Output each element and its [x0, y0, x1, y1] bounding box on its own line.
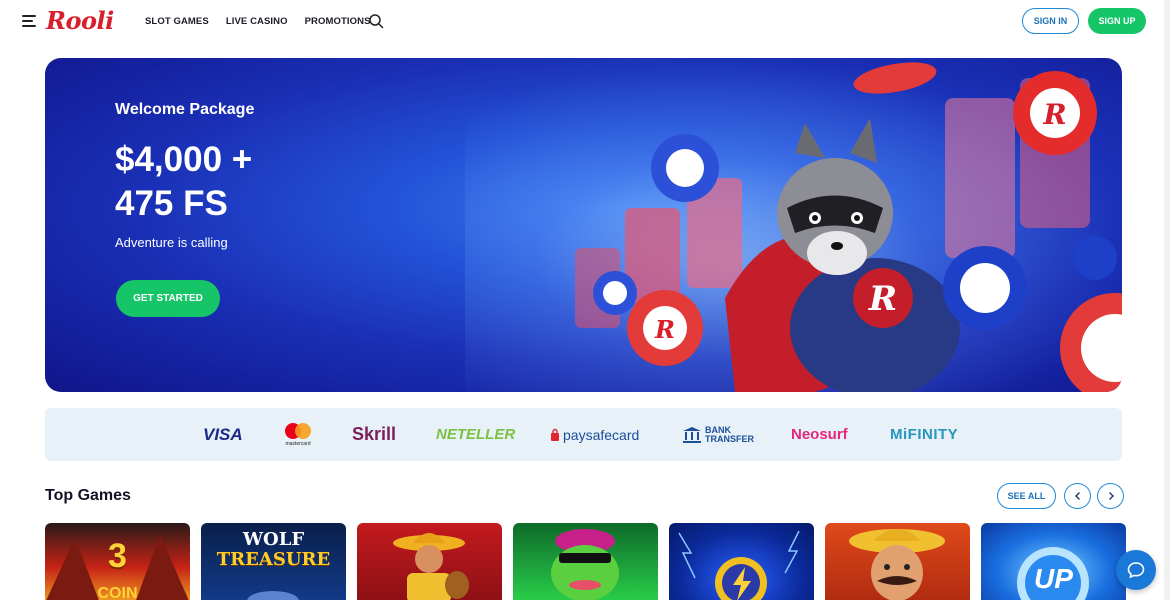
- bank-transfer-logo: BANK TRANSFER: [682, 408, 754, 461]
- top-games-carousel: 3 COIN WOLF TREASURE UP: [45, 523, 1170, 600]
- carousel-prev-button[interactable]: [1064, 483, 1091, 509]
- mifinity-logo: MiFINITY: [890, 426, 959, 443]
- bank-transfer-line2: TRANSFER: [705, 433, 754, 444]
- sign-up-button[interactable]: SIGN UP: [1088, 8, 1146, 34]
- scrollbar[interactable]: [1164, 0, 1170, 600]
- chat-bubble-icon: [1127, 562, 1145, 579]
- game-tile-wolf-treasure[interactable]: WOLF TREASURE: [201, 523, 346, 600]
- search-icon[interactable]: [368, 13, 384, 29]
- see-all-button[interactable]: SEE ALL: [997, 483, 1056, 509]
- mastercard-icon: [285, 423, 311, 439]
- menu-icon[interactable]: [22, 15, 36, 27]
- game-art-frog: [551, 529, 619, 600]
- chevron-right-icon: [1108, 492, 1114, 500]
- hero-title-line1: $4,000 +: [115, 140, 253, 179]
- nav-live-casino[interactable]: LIVE CASINO: [226, 16, 288, 27]
- svg-text:R: R: [1042, 98, 1066, 131]
- nav-promotions[interactable]: PROMOTIONS: [305, 16, 371, 27]
- main-nav: SLOT GAMES LIVE CASINO PROMOTIONS: [145, 0, 371, 42]
- visa-logo: VISA: [203, 424, 243, 444]
- game-tile-mariachi[interactable]: [357, 523, 502, 600]
- skrill-logo: Skrill: [352, 424, 397, 444]
- chevron-left-icon: [1074, 492, 1080, 500]
- neosurf-logo: Neosurf: [791, 426, 848, 443]
- top-games-heading: Top Games: [45, 487, 131, 504]
- bank-icon: [683, 426, 701, 443]
- logo[interactable]: Rooli: [46, 6, 114, 36]
- hero-title-line2: 475 FS: [115, 184, 228, 223]
- hero-tagline: Adventure is calling: [115, 235, 228, 250]
- game-art-lightning: [678, 530, 800, 600]
- game-tile-frog[interactable]: [513, 523, 658, 600]
- game-art-wolf: [247, 591, 299, 600]
- game-title: 3: [108, 537, 127, 575]
- neteller-logo: NETELLER: [436, 426, 516, 443]
- page: Rooli SLOT GAMES LIVE CASINO PROMOTIONS …: [0, 0, 1170, 600]
- lock-icon: [551, 428, 559, 441]
- get-started-button[interactable]: GET STARTED: [116, 280, 220, 317]
- mastercard-logo: mastercard: [283, 408, 313, 461]
- svg-text:R: R: [654, 315, 675, 344]
- sign-in-button[interactable]: SIGN IN: [1022, 8, 1079, 34]
- svg-text:R: R: [868, 279, 897, 319]
- game-tile-lightning[interactable]: [669, 523, 814, 600]
- paysafecard-logo: paysafecard: [550, 408, 639, 461]
- hero-raccoon-illustration: R R R: [575, 62, 1122, 392]
- game-tile-up[interactable]: UP: [981, 523, 1126, 600]
- game-tile-mexican[interactable]: [825, 523, 970, 600]
- game-tile-3-coin[interactable]: 3 COIN: [45, 523, 190, 600]
- hero-title: $4,000 + 475 FS: [115, 138, 415, 226]
- game-title: UP: [1034, 563, 1073, 594]
- payment-methods-strip: VISA mastercard Skrill NETELLER paysafec…: [45, 408, 1122, 461]
- carousel-next-button[interactable]: [1097, 483, 1124, 509]
- game-subtitle: COIN: [97, 585, 138, 600]
- nav-slot-games[interactable]: SLOT GAMES: [145, 16, 209, 27]
- header: Rooli SLOT GAMES LIVE CASINO PROMOTIONS …: [0, 0, 1170, 42]
- paysafecard-label: paysafecard: [563, 426, 640, 443]
- game-art-mariachi: [393, 533, 469, 600]
- mastercard-label: mastercard: [285, 441, 311, 447]
- hero-subtitle: Welcome Package: [115, 101, 255, 118]
- live-chat-button[interactable]: [1116, 550, 1156, 590]
- hero-banner: R R R Welcome Package $4,000 + 475 FS Ad…: [45, 58, 1122, 392]
- game-art-mexican: [849, 529, 945, 600]
